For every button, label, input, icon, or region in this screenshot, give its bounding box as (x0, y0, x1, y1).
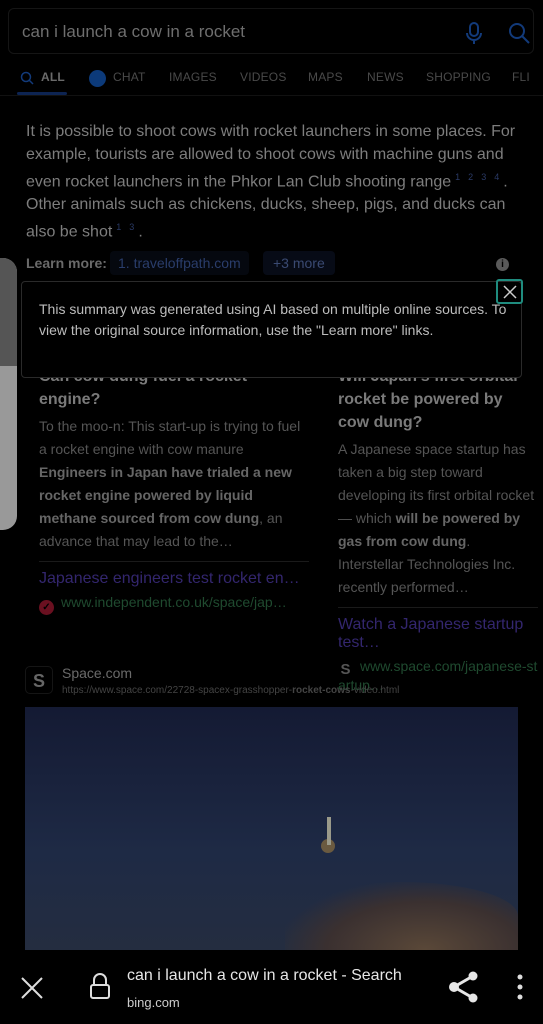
tab-shopping[interactable]: SHOPPING (426, 70, 491, 84)
search-box[interactable]: can i launch a cow in a rocket (8, 8, 534, 54)
citation[interactable]: 1 (116, 222, 121, 232)
citation[interactable]: 3 (481, 172, 486, 182)
citation[interactable]: 2 (468, 172, 473, 182)
page-title: can i launch a cow in a rocket - Search (127, 967, 402, 984)
chat-icon (89, 70, 106, 87)
tab-maps[interactable]: MAPS (308, 70, 343, 84)
ai-info-popup: This summary was generated using AI base… (21, 281, 522, 378)
result-site-name[interactable]: Space.com (62, 665, 132, 681)
dust-cloud (285, 882, 518, 950)
rocket-image (327, 817, 331, 845)
search-icon (20, 71, 34, 85)
site-favicon-icon: S (25, 666, 53, 694)
active-tab-indicator (17, 92, 67, 95)
close-icon (502, 285, 517, 299)
search-input[interactable]: can i launch a cow in a rocket (22, 22, 245, 42)
card-description: To the moo-n: This start-up is trying to… (39, 418, 301, 549)
tab-flights[interactable]: FLI (512, 70, 530, 84)
lock-icon[interactable] (89, 972, 111, 1000)
card-link[interactable]: Watch a Japanese startup test… (338, 616, 538, 652)
ai-answer: It is possible to shoot cows with rocket… (26, 123, 516, 241)
search-tabs: ALL CHAT IMAGES VIDEOS MAPS NEWS SHOPPIN… (0, 62, 543, 96)
learn-more-label: Learn more: (26, 255, 107, 271)
close-tab-icon[interactable] (20, 976, 44, 1000)
tab-videos[interactable]: VIDEOS (240, 70, 287, 84)
microphone-icon[interactable] (464, 21, 484, 45)
info-icon[interactable]: i (496, 258, 509, 271)
result-url[interactable]: https://www.space.com/22728-spacex-grass… (62, 685, 399, 696)
search-icon[interactable] (507, 21, 531, 45)
news-card[interactable]: Can cow dung fuel a rocket engine? To th… (39, 365, 309, 615)
independent-favicon-icon: ✓ (39, 600, 54, 615)
tab-images[interactable]: IMAGES (169, 70, 217, 84)
tab-news[interactable]: NEWS (367, 70, 404, 84)
popup-text: This summary was generated using AI base… (39, 301, 507, 338)
close-popup-button[interactable] (496, 279, 523, 304)
citation[interactable]: 1 (455, 172, 460, 182)
more-options-icon[interactable] (516, 973, 524, 1001)
share-icon[interactable] (447, 970, 481, 1004)
card-description: A Japanese space startup has taken a big… (338, 441, 535, 595)
page-domain: bing.com (127, 995, 180, 1010)
citation[interactable]: 3 (129, 222, 134, 232)
tab-all[interactable]: ALL (41, 70, 65, 84)
citation[interactable]: 4 (494, 172, 499, 182)
more-sources-button[interactable]: +3 more (263, 251, 335, 275)
edge-panel-handle[interactable] (0, 258, 17, 530)
tab-chat[interactable]: CHAT (113, 70, 146, 84)
video-thumbnail[interactable] (25, 707, 518, 950)
space-favicon-icon: S (340, 661, 351, 678)
learn-more-link[interactable]: 1. traveloffpath.com (110, 251, 249, 275)
card-url[interactable]: www.independent.co.uk/space/jap… (61, 594, 287, 610)
card-link[interactable]: Japanese engineers test rocket en… (39, 570, 309, 588)
news-card[interactable]: Will Japan's first orbital rocket be pow… (338, 365, 538, 693)
